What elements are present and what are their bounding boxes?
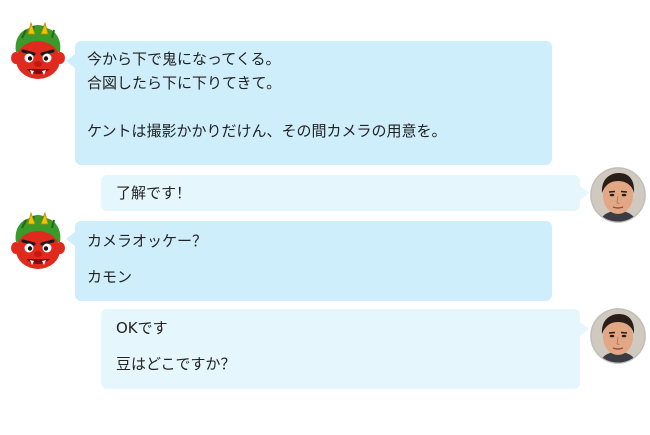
message-line: OKです: [116, 319, 168, 337]
message-line: 豆はどこですか？: [116, 355, 236, 373]
message-line: 了解です！: [116, 184, 192, 202]
message-line: カモン: [87, 268, 133, 286]
bubble-tail: [66, 54, 75, 68]
man-face-photo-icon: [588, 165, 648, 225]
message-line: カメラオッケー？: [87, 232, 208, 250]
message-line: 合図したら下に下りてきて。: [87, 74, 282, 92]
message-bubble: 今から下で鬼になってくる。 合図したら下に下りてきて。 ケントは撮影かかりだけん…: [75, 41, 552, 165]
man-face-photo-icon: [588, 306, 648, 366]
message-bubble: カメラオッケー？ カモン: [75, 221, 552, 301]
message-bubble: 了解です！: [101, 175, 580, 211]
message-line: 今から下で鬼になってくる。: [87, 50, 281, 68]
message-bubble: OKです 豆はどこですか？: [101, 309, 580, 389]
message-line: [87, 95, 540, 119]
red-oni-demon-icon: [8, 22, 68, 82]
chat-conversation: 今から下で鬼になってくる。 合図したら下に下りてきて。 ケントは撮影かかりだけん…: [0, 0, 650, 435]
red-oni-demon-icon: [8, 212, 68, 272]
message-line: ケントは撮影かかりだけん、その間カメラの用意を。: [87, 122, 447, 140]
bubble-tail: [66, 232, 75, 246]
